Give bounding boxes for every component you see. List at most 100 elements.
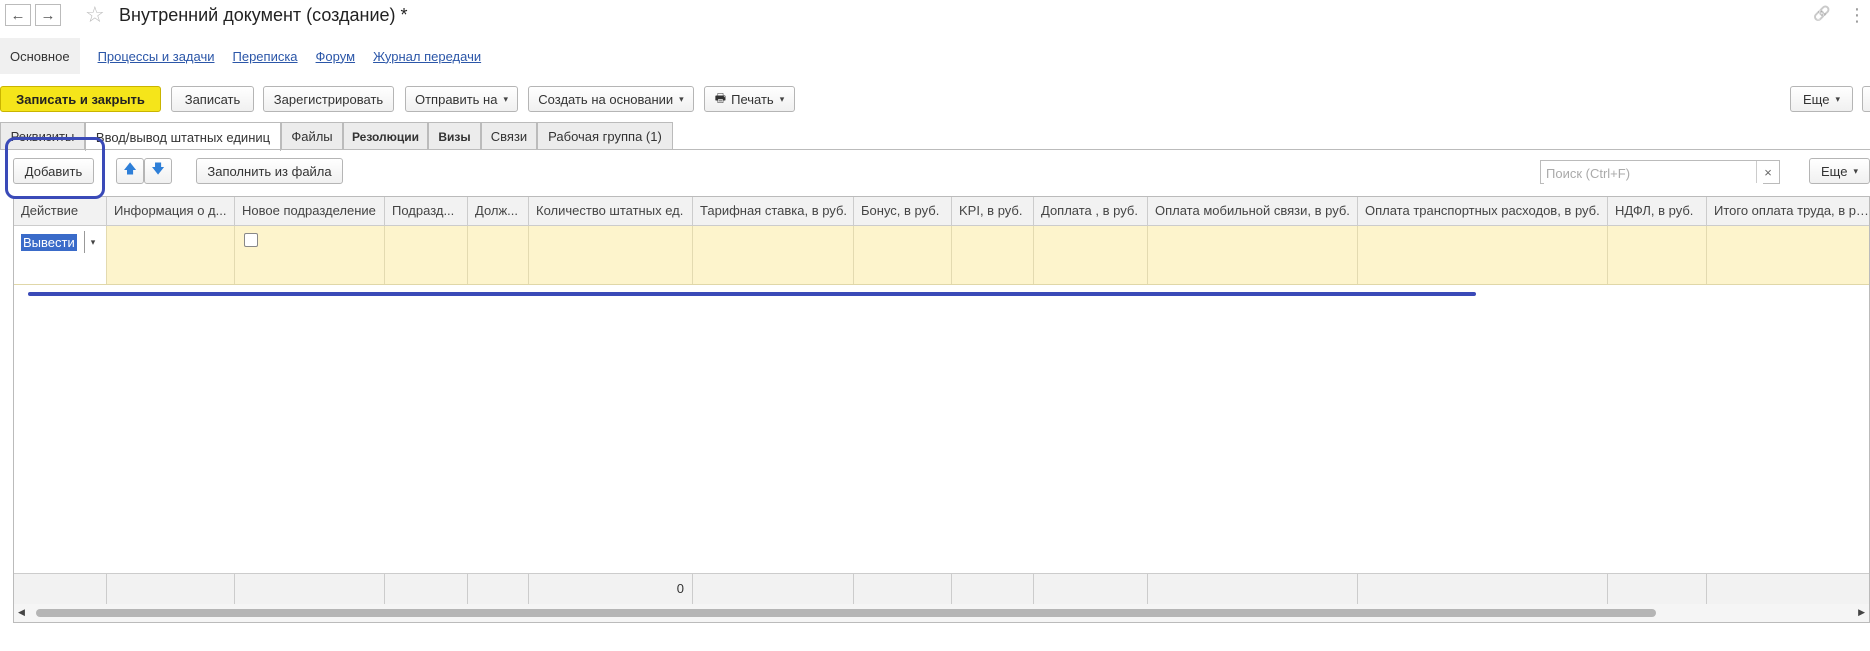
- tab-staff-units[interactable]: Ввод/вывод штатных единиц: [85, 122, 281, 151]
- table-row[interactable]: Вывести ▾: [14, 226, 1869, 285]
- chevron-down-icon[interactable]: ▾: [84, 231, 101, 253]
- cell-transport[interactable]: [1358, 226, 1608, 284]
- footer-cell: [385, 574, 468, 604]
- send-to-label: Отправить на: [414, 91, 498, 107]
- col-department[interactable]: Подразд...: [385, 197, 468, 225]
- cell-total[interactable]: [1707, 226, 1869, 284]
- col-kpi[interactable]: KPI, в руб.: [952, 197, 1034, 225]
- staff-total-value: 0: [676, 581, 684, 596]
- tabs-bar: Реквизиты Ввод/вывод штатных единиц Файл…: [0, 122, 1870, 151]
- move-up-button[interactable]: 🡅: [116, 158, 144, 184]
- send-to-button[interactable]: Отправить на ▾: [405, 86, 518, 112]
- chevron-down-icon: ▾: [1853, 165, 1858, 176]
- print-label: Печать: [731, 91, 774, 107]
- search-field[interactable]: ×: [1540, 160, 1780, 184]
- tab-resolutions[interactable]: Резолюции: [343, 122, 428, 150]
- footer-cell: [1034, 574, 1148, 604]
- print-button[interactable]: 🖶 Печать ▾: [704, 86, 795, 112]
- table-header: Действие Информация о д... Новое подразд…: [14, 197, 1869, 226]
- annotation-highlight-box: [5, 137, 105, 199]
- footer-staff-total: 0: [529, 574, 693, 604]
- clear-icon[interactable]: ×: [1756, 161, 1779, 183]
- nav-correspondence[interactable]: Переписка: [233, 49, 298, 64]
- footer-cell: [468, 574, 529, 604]
- tabs-divider: [0, 149, 1870, 150]
- cell-bonus[interactable]: [854, 226, 952, 284]
- nav-forum[interactable]: Форум: [316, 49, 356, 64]
- arrow-left-icon: ←: [10, 6, 26, 24]
- cell-surcharge[interactable]: [1034, 226, 1148, 284]
- tab-workgroup[interactable]: Рабочая группа (1): [537, 122, 673, 150]
- tab-visas[interactable]: Визы: [428, 122, 481, 150]
- search-input[interactable]: [1544, 162, 1763, 184]
- col-action[interactable]: Действие: [14, 197, 107, 225]
- col-staff-count[interactable]: Количество штатных ед.: [529, 197, 693, 225]
- favorite-star-icon[interactable]: ☆: [85, 3, 105, 27]
- nav-main[interactable]: Основное: [0, 38, 80, 74]
- footer-cell: [14, 574, 107, 604]
- more-menu-icon[interactable]: ⋮: [1848, 5, 1866, 26]
- chevron-down-icon: ▾: [1835, 93, 1840, 104]
- cell-tariff[interactable]: [693, 226, 854, 284]
- cell-kpi[interactable]: [952, 226, 1034, 284]
- footer-cell: [107, 574, 235, 604]
- chevron-down-icon: ▾: [503, 93, 508, 104]
- arrow-right-icon: →: [40, 6, 56, 24]
- arrow-down-icon: 🡇: [151, 161, 165, 176]
- new-department-checkbox[interactable]: [244, 233, 258, 247]
- back-button[interactable]: ←: [5, 4, 31, 26]
- footer-cell: [1707, 574, 1869, 604]
- col-new-department[interactable]: Новое подразделение: [235, 197, 385, 225]
- footer-cell: [1608, 574, 1707, 604]
- col-bonus[interactable]: Бонус, в руб.: [854, 197, 952, 225]
- cell-info[interactable]: [107, 226, 235, 284]
- tab-links[interactable]: Связи: [481, 122, 537, 150]
- col-position[interactable]: Долж...: [468, 197, 529, 225]
- forward-button[interactable]: →: [35, 4, 61, 26]
- footer-cell: [1148, 574, 1358, 604]
- footer-cell: [854, 574, 952, 604]
- footer-cell: [952, 574, 1034, 604]
- table-more-label: Еще: [1821, 163, 1848, 179]
- cell-staff-count[interactable]: [529, 226, 693, 284]
- create-based-label: Создать на основании: [538, 91, 674, 107]
- col-transport[interactable]: Оплата транспортных расходов, в руб.: [1358, 197, 1608, 225]
- chevron-down-icon: ▾: [679, 93, 684, 104]
- cell-ndfl[interactable]: [1608, 226, 1707, 284]
- cell-department[interactable]: [385, 226, 468, 284]
- printer-icon: 🖶: [714, 90, 727, 105]
- table-more-button[interactable]: Еще ▾: [1809, 158, 1870, 184]
- cell-position[interactable]: [468, 226, 529, 284]
- scroll-left-icon[interactable]: ◀: [18, 607, 25, 618]
- save-close-button[interactable]: Записать и закрыть: [0, 86, 161, 112]
- extra-button[interactable]: [1862, 86, 1870, 112]
- create-based-button[interactable]: Создать на основании ▾: [528, 86, 694, 112]
- nav-processes[interactable]: Процессы и задачи: [98, 49, 215, 64]
- nav-transfer-log[interactable]: Журнал передачи: [373, 49, 481, 64]
- cell-mobile[interactable]: [1148, 226, 1358, 284]
- save-button[interactable]: Записать: [171, 86, 254, 112]
- col-mobile[interactable]: Оплата мобильной связи, в руб.: [1148, 197, 1358, 225]
- annotation-underline: [28, 292, 1476, 296]
- link-icon[interactable]: 🔗: [1813, 5, 1830, 22]
- scrollbar-thumb[interactable]: [36, 609, 1656, 617]
- action-value[interactable]: Вывести: [21, 234, 77, 251]
- page-title: Внутренний документ (создание) *: [119, 5, 408, 25]
- col-surcharge[interactable]: Доплата , в руб.: [1034, 197, 1148, 225]
- col-total[interactable]: Итого оплата труда, в руб.: [1707, 197, 1869, 225]
- col-tariff[interactable]: Тарифная ставка, в руб.: [693, 197, 854, 225]
- move-down-button[interactable]: 🡇: [144, 158, 172, 184]
- arrow-up-icon: 🡅: [123, 161, 137, 176]
- horizontal-scrollbar[interactable]: ◀ ▶: [14, 604, 1869, 622]
- col-info[interactable]: Информация о д...: [107, 197, 235, 225]
- footer-cell: [693, 574, 854, 604]
- register-button[interactable]: Зарегистрировать: [263, 86, 394, 112]
- scroll-right-icon[interactable]: ▶: [1858, 607, 1865, 618]
- fill-from-file-button[interactable]: Заполнить из файла: [196, 158, 343, 184]
- staff-units-table[interactable]: Действие Информация о д... Новое подразд…: [13, 196, 1870, 623]
- col-ndfl[interactable]: НДФЛ, в руб.: [1608, 197, 1707, 225]
- section-nav: Основное Процессы и задачи Переписка Фор…: [0, 38, 481, 74]
- cell-action[interactable]: Вывести ▾: [14, 226, 107, 284]
- tab-files[interactable]: Файлы: [281, 122, 343, 150]
- more-button[interactable]: Еще ▾: [1790, 86, 1853, 112]
